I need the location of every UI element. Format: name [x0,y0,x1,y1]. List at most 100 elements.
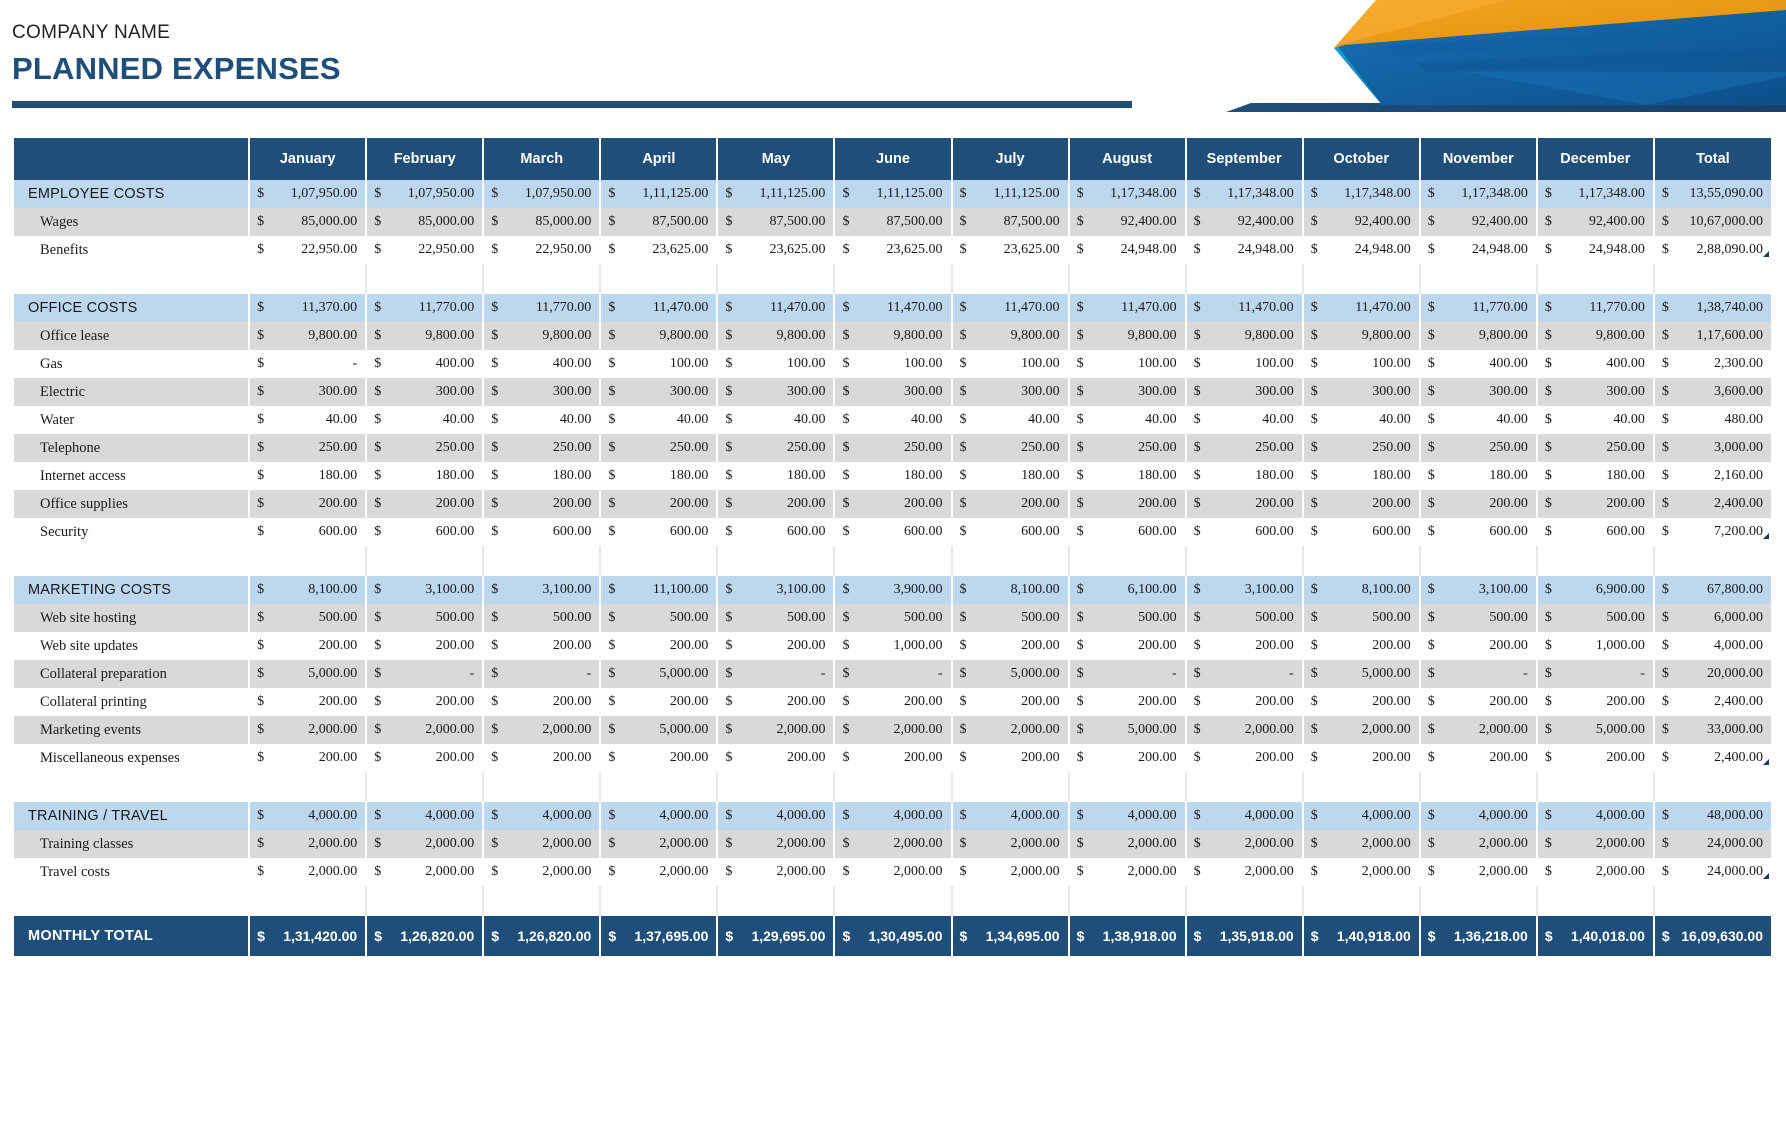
currency-symbol: $ [257,242,265,257]
currency-symbol: $ [491,356,499,371]
amount-cell: $23,625.00 [951,236,1070,264]
amount-value: 600.00 [1021,524,1060,539]
currency-symbol: $ [1427,524,1435,539]
row-label: Training classes [14,830,251,858]
amount-value: 200.00 [435,750,475,765]
amount-value: 16,09,630.00 [1681,928,1763,944]
currency-symbol: $ [842,214,850,229]
amount-cell: $500.00 [249,604,368,632]
currency-symbol: $ [1544,242,1552,257]
amount-value: 11,100.00 [652,582,709,597]
amount-cell: $100.00 [834,350,953,378]
amount-value: - [1523,666,1528,681]
amount-value: 500.00 [435,610,475,625]
table-corner-cell [14,138,251,180]
currency-symbol: $ [257,638,265,653]
amount-cell: $250.00 [483,434,602,462]
section-amount-cell: $11,370.00 [249,294,368,322]
spacer-cell [834,886,953,916]
currency-symbol: $ [1310,440,1318,455]
currency-symbol: $ [1661,666,1669,681]
amount-value: 1,26,820.00 [400,928,475,944]
amount-value: 180.00 [552,468,592,483]
currency-symbol: $ [842,242,850,257]
spacer-cell [483,772,602,802]
amount-cell: $20,000.00 [1653,660,1771,688]
section-label: MARKETING COSTS [14,576,251,604]
currency-symbol: $ [1661,808,1669,823]
amount-cell: $180.00 [1185,462,1304,490]
amount-cell: $600.00 [1419,518,1538,546]
spacer-cell [1653,772,1773,802]
amount-cell: $40.00 [1185,406,1304,434]
spreadsheet-area: January February March April May June July Augu… [0,116,1786,956]
amount-value: 250.00 [1255,440,1294,455]
section-amount-cell: $4,000.00 [483,802,602,830]
amount-value: 4,000.00 [1010,808,1060,823]
amount-value: 400.00 [1606,356,1645,371]
amount-value: 2,000.00 [425,836,475,851]
currency-symbol: $ [1193,356,1201,371]
spacer-cell [1419,546,1538,576]
monthly-total-amount-cell: $1,34,695.00 [951,916,1070,956]
column-header-march: March [483,138,602,180]
amount-value: 200.00 [1138,750,1177,765]
amount-value: 2,88,090.00 [1696,242,1764,257]
currency-symbol: $ [959,808,967,823]
currency-symbol: $ [374,242,382,257]
currency-symbol: $ [1076,864,1084,879]
amount-value: 3,900.00 [893,582,943,597]
section-amount-cell: $11,770.00 [483,294,602,322]
currency-symbol: $ [1544,496,1552,511]
amount-cell: $600.00 [951,518,1070,546]
amount-cell: $200.00 [1536,688,1655,716]
currency-symbol: $ [1427,750,1435,765]
amount-value: 2,400.00 [1714,750,1763,765]
amount-cell: $2,400.00 [1653,744,1771,772]
amount-value: 1,11,125.00 [759,186,826,201]
amount-value: 1,000.00 [1595,638,1645,653]
amount-value: 1,26,820.00 [517,928,592,944]
amount-cell: $2,000.00 [1068,830,1187,858]
amount-cell: $1,000.00 [834,632,953,660]
currency-symbol: $ [1661,524,1669,539]
amount-value: 600.00 [1606,524,1645,539]
row-label: Wages [14,208,251,236]
section-amount-cell: $4,000.00 [1068,802,1187,830]
currency-symbol: $ [1427,666,1435,681]
section-amount-cell: $1,38,740.00 [1653,294,1771,322]
amount-value: 200.00 [318,694,358,709]
amount-value: 250.00 [552,440,592,455]
amount-value: 200.00 [1255,496,1294,511]
currency-symbol: $ [608,722,616,737]
amount-value: 9,800.00 [308,328,358,343]
amount-cell: $250.00 [1185,434,1304,462]
amount-value: 180.00 [904,468,943,483]
amount-value: 6,000.00 [1714,610,1763,625]
amount-cell: $600.00 [600,518,719,546]
amount-cell: $ - [1068,660,1187,688]
amount-value: 1,34,695.00 [985,928,1060,944]
amount-cell: $250.00 [951,434,1070,462]
section-amount-cell: $1,07,950.00 [249,180,368,208]
amount-value: 4,000.00 [659,808,709,823]
spacer-cell [1185,772,1304,802]
row-label: Miscellaneous expenses [14,744,251,772]
amount-value: 2,000.00 [1244,836,1294,851]
currency-symbol: $ [374,214,382,229]
planned-expenses-table: January February March April May June July Augu… [14,138,1773,956]
amount-value: 2,000.00 [1010,722,1060,737]
currency-symbol: $ [959,440,967,455]
amount-value: 600.00 [318,524,358,539]
currency-symbol: $ [1427,300,1435,315]
amount-cell: $9,800.00 [600,322,719,350]
amount-cell: $200.00 [600,744,719,772]
amount-value: 200.00 [1606,496,1645,511]
amount-cell: $180.00 [1536,462,1655,490]
table-row: Training classes $2,000.00 $2,000.00 $2,000… [14,830,1771,858]
amount-cell: $180.00 [483,462,602,490]
spacer-cell [249,886,368,916]
spacer-cell [951,772,1070,802]
amount-cell: $2,000.00 [600,858,719,886]
amount-value: 2,000.00 [659,836,709,851]
